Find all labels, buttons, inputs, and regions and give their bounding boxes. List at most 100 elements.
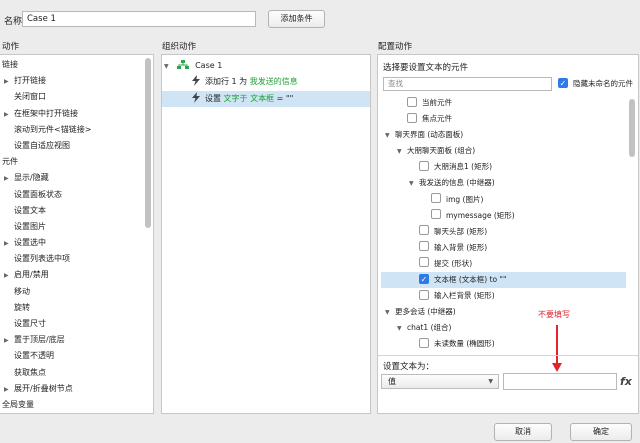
tree-node[interactable]: ▼ chat1 (组合) (381, 320, 626, 336)
tree-node[interactable]: ▼ 我发送的信息 (中继器) (381, 175, 626, 191)
add-condition-button[interactable]: 添加条件 (268, 10, 325, 28)
case-label: Case 1 (195, 61, 223, 70)
expand-triangle-icon[interactable]: ▶ (4, 382, 14, 398)
value-input[interactable] (503, 373, 617, 390)
cancel-button[interactable]: 取消 (494, 423, 552, 441)
action-category[interactable]: 链接 (0, 57, 153, 73)
action-label: 元件 (2, 157, 18, 167)
action-item[interactable]: 关闭窗口 (0, 89, 153, 105)
action-item[interactable]: ▶ 在框架中打开链接 (0, 106, 153, 122)
action-label: 设置文本 (14, 205, 46, 215)
action-label: 展开/折叠树节点 (14, 383, 73, 393)
action-item[interactable]: ▶ 置于顶层/底层 (0, 332, 153, 348)
action-item[interactable]: ▶ 展开/折叠树节点 (0, 381, 153, 397)
hide-unnamed-checkbox[interactable]: ✓ (558, 77, 568, 88)
node-checkbox[interactable] (419, 160, 429, 171)
node-checkbox[interactable] (419, 337, 429, 348)
node-checkbox[interactable] (419, 289, 429, 300)
action-category[interactable]: 全局变量 (0, 397, 153, 413)
expand-triangle-icon[interactable]: ▶ (4, 268, 14, 284)
tree-node[interactable]: 提交 (形状) (381, 256, 626, 272)
organized-action[interactable]: 添加行 1 为 我发送的信息 (162, 74, 370, 90)
node-checkbox[interactable] (407, 112, 417, 123)
action-item[interactable]: 滚动到元件<锚链接> (0, 122, 153, 138)
tree-node[interactable]: 输入背景 (矩形) (381, 240, 626, 256)
node-label: 输入背景 (矩形) (434, 242, 488, 252)
case-node[interactable]: ▼ Case 1 (164, 58, 222, 74)
actions-title: 动作 (2, 42, 20, 52)
tree-node[interactable]: ▼ 更多会话 (中继器) (381, 304, 626, 320)
expand-triangle-icon[interactable]: ▼ (385, 305, 395, 321)
action-item[interactable]: 设置文本 (0, 203, 153, 219)
search-input[interactable]: 查找 (383, 77, 552, 91)
tree-node[interactable]: ▼ 大朋聊天面板 (组合) (381, 143, 626, 159)
node-checkbox[interactable] (431, 193, 441, 204)
node-label: 聊天头部 (矩形) (434, 226, 488, 236)
expand-triangle-icon[interactable]: ▶ (4, 236, 14, 252)
select-widget-label: 选择要设置文本的元件 (383, 63, 469, 73)
actions-scrollbar[interactable] (145, 58, 151, 228)
action-item[interactable]: ▶ 显示/隐藏 (0, 170, 153, 186)
action-item[interactable]: ▶ 设置选中 (0, 235, 153, 251)
search-placeholder: 查找 (388, 79, 403, 88)
fx-button[interactable]: fx (620, 375, 632, 388)
expand-triangle-icon[interactable]: ▶ (4, 333, 14, 349)
action-item[interactable]: 移动 (0, 284, 153, 300)
action-label: 在框架中打开链接 (14, 108, 78, 118)
action-item[interactable]: 设置面板状态 (0, 187, 153, 203)
node-label: 聊天界面 (动态面板) (395, 130, 464, 140)
action-label: 获取焦点 (14, 367, 46, 377)
expand-triangle-icon[interactable]: ▶ (4, 171, 14, 187)
lightning-icon (192, 75, 205, 86)
action-label: 设置不透明 (14, 351, 54, 361)
hide-unnamed-toggle[interactable]: ✓ 隐藏未命名的元件 (558, 77, 633, 89)
tree-node[interactable]: 大朋消息1 (矩形) (381, 159, 626, 175)
actions-list[interactable]: 链接 ▶ 打开链接 关闭窗口 ▶ 在框架中打开链接 滚动到元件<锚链接> 设置自适应视图 元件 ▶… (0, 54, 154, 414)
tree-node[interactable]: 焦点元件 (381, 111, 626, 127)
tree-node[interactable]: 输入栏背景 (矩形) (381, 288, 626, 304)
node-checkbox[interactable] (431, 209, 441, 220)
action-item[interactable]: 设置自适应视图 (0, 138, 153, 154)
expand-triangle-icon[interactable]: ▼ (385, 128, 395, 144)
node-checkbox[interactable] (419, 257, 429, 268)
collapse-triangle-icon[interactable]: ▼ (164, 59, 174, 75)
tree-node[interactable]: 未读数量 (椭圆形) (381, 336, 626, 352)
action-prefix: 添加行 1 为 (205, 77, 250, 86)
tree-node[interactable]: ▼ 聊天界面 (动态面板) (381, 127, 626, 143)
action-item[interactable]: 旋转 (0, 300, 153, 316)
action-label: 滚动到元件<锚链接> (14, 124, 92, 134)
action-item[interactable]: 获取焦点 (0, 365, 153, 381)
tree-node[interactable]: ✓ 文本框 (文本框) to "" (381, 272, 626, 289)
action-item[interactable]: 设置图片 (0, 219, 153, 235)
action-label: 设置列表选中项 (14, 254, 70, 264)
node-checkbox[interactable] (419, 225, 429, 236)
expand-triangle-icon[interactable]: ▶ (4, 74, 14, 90)
tree-node[interactable]: img (图片) (381, 192, 626, 208)
node-checkbox[interactable] (407, 96, 417, 107)
expand-triangle-icon[interactable]: ▶ (4, 107, 14, 123)
organized-action[interactable]: 设置 文字于 文本框 = "" (162, 91, 370, 108)
action-target: 文字于 文本框 (223, 94, 275, 103)
action-item[interactable]: ▶ 打开链接 (0, 73, 153, 89)
expand-triangle-icon[interactable]: ▼ (397, 144, 407, 160)
tree-node[interactable]: mymessage (矩形) (381, 208, 626, 224)
case-name-input[interactable]: Case 1 (22, 11, 256, 27)
node-checkbox[interactable] (419, 241, 429, 252)
ok-button[interactable]: 确定 (570, 423, 632, 441)
tree-node[interactable]: 聊天头部 (矩形) (381, 224, 626, 240)
expand-triangle-icon[interactable]: ▼ (397, 321, 407, 337)
action-item[interactable]: 设置不透明 (0, 348, 153, 364)
value-type-select[interactable]: 值 ▼ (381, 374, 499, 389)
action-category[interactable]: 元件 (0, 154, 153, 170)
node-label: 更多会话 (中继器) (395, 307, 456, 317)
organize-actions-title: 组织动作 (162, 42, 197, 52)
action-item[interactable]: 设置列表选中项 (0, 251, 153, 267)
configure-actions-title: 配置动作 (378, 42, 413, 52)
action-item[interactable]: 设置尺寸 (0, 316, 153, 332)
node-checkbox[interactable]: ✓ (419, 273, 429, 284)
tree-node[interactable]: 当前元件 (381, 95, 626, 111)
widget-tree[interactable]: 当前元件 焦点元件 ▼ 聊天界面 (动态面板) ▼ 大朋聊天面板 (组合) 大朋消息1 (矩… (381, 95, 626, 353)
action-item[interactable]: ▶ 启用/禁用 (0, 267, 153, 283)
tree-scrollbar[interactable] (629, 99, 635, 157)
expand-triangle-icon[interactable]: ▼ (409, 176, 419, 192)
